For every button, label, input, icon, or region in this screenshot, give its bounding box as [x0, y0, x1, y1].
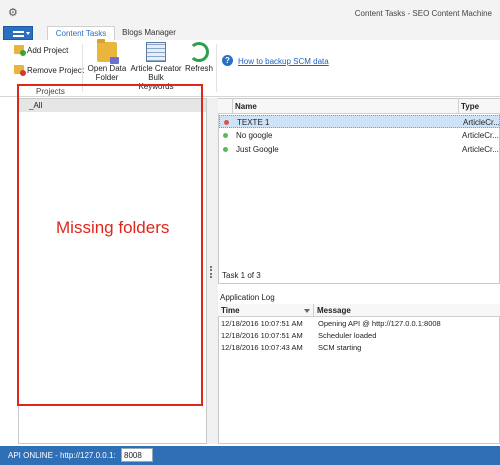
refresh-icon	[189, 42, 209, 62]
add-folder-icon	[14, 45, 26, 56]
window-title: Content Tasks - SEO Content Machine	[354, 9, 492, 18]
column-header-type[interactable]: Type	[461, 99, 479, 114]
column-header-time[interactable]: Time	[221, 304, 240, 317]
tab-content-tasks[interactable]: Content Tasks	[47, 26, 115, 40]
task-name: Just Google	[236, 145, 279, 154]
log-row[interactable]: 12/18/2016 10:07:51 AM Opening API @ http…	[219, 318, 499, 330]
column-header-message[interactable]: Message	[317, 304, 351, 317]
api-status-text: API ONLINE - http://127.0.0.1:	[8, 451, 116, 460]
task-row[interactable]: Just Google ArticleCr...	[219, 143, 500, 156]
tab-blogs-manager[interactable]: Blogs Manager	[118, 26, 180, 40]
status-bar: API ONLINE - http://127.0.0.1:	[0, 446, 500, 465]
task-type: ArticleCr...	[463, 118, 500, 127]
log-grid-header: Time Message	[218, 304, 500, 317]
sort-desc-icon[interactable]	[304, 309, 310, 313]
remove-folder-icon	[14, 65, 26, 76]
refresh-button[interactable]: Refresh	[184, 42, 214, 73]
log-time: 12/18/2016 10:07:51 AM	[221, 331, 303, 340]
menu-icon	[13, 31, 24, 37]
log-time: 12/18/2016 10:07:51 AM	[221, 319, 303, 328]
annotation-highlight-box	[17, 84, 203, 406]
status-dot-icon	[223, 133, 228, 138]
task-name: TEXTE 1	[237, 118, 270, 127]
open-folder-icon	[97, 39, 119, 64]
file-menu-button[interactable]	[3, 26, 33, 40]
task-grid-header: Name Type	[218, 99, 500, 114]
task-row[interactable]: TEXTE 1 ArticleCr...	[219, 115, 500, 128]
log-message: Scheduler loaded	[318, 331, 377, 340]
task-row[interactable]: No google ArticleCr...	[219, 129, 500, 142]
task-type: ArticleCr...	[462, 131, 499, 140]
remove-project-button[interactable]: Remove Project	[14, 65, 84, 77]
open-data-folder-label-2: Folder	[95, 73, 119, 82]
log-time: 12/18/2016 10:07:43 AM	[221, 343, 303, 352]
add-project-label: Add Project	[27, 46, 69, 55]
remove-project-label: Remove Project	[27, 66, 84, 75]
chevron-down-icon	[26, 32, 30, 35]
status-dot-icon	[224, 120, 229, 125]
column-header-name[interactable]: Name	[235, 99, 257, 114]
open-data-folder-label-1: Open Data	[87, 64, 127, 73]
log-message: Opening API @ http://127.0.0.1:8008	[318, 319, 441, 328]
log-row[interactable]: 12/18/2016 10:07:43 AM SCM starting	[219, 342, 499, 354]
task-count: Task 1 of 3	[222, 271, 261, 280]
annotation-label: Missing folders	[56, 218, 170, 237]
ribbon-divider	[216, 44, 217, 92]
add-project-button[interactable]: Add Project	[14, 45, 68, 57]
help-icon[interactable]: ?	[222, 55, 233, 66]
refresh-label: Refresh	[184, 64, 213, 73]
task-type: ArticleCr...	[462, 145, 499, 154]
open-data-folder-button[interactable]: Open Data Folder	[86, 39, 128, 82]
table-icon	[146, 42, 166, 62]
gear-icon[interactable]: ⚙	[8, 7, 20, 19]
log-message: SCM starting	[318, 343, 362, 352]
splitter-grip-icon[interactable]	[210, 266, 213, 278]
title-bar: ⚙ Content Tasks - SEO Content Machine	[0, 0, 500, 26]
log-row[interactable]: 12/18/2016 10:07:51 AM Scheduler loaded	[219, 330, 499, 342]
backup-help-link[interactable]: How to backup SCM data	[238, 57, 329, 66]
task-name: No google	[236, 131, 273, 140]
application-log-title: Application Log	[220, 293, 275, 302]
status-dot-icon	[223, 147, 228, 152]
api-port-input[interactable]	[121, 448, 153, 462]
article-creator-label-1: Article Creator	[130, 64, 182, 73]
